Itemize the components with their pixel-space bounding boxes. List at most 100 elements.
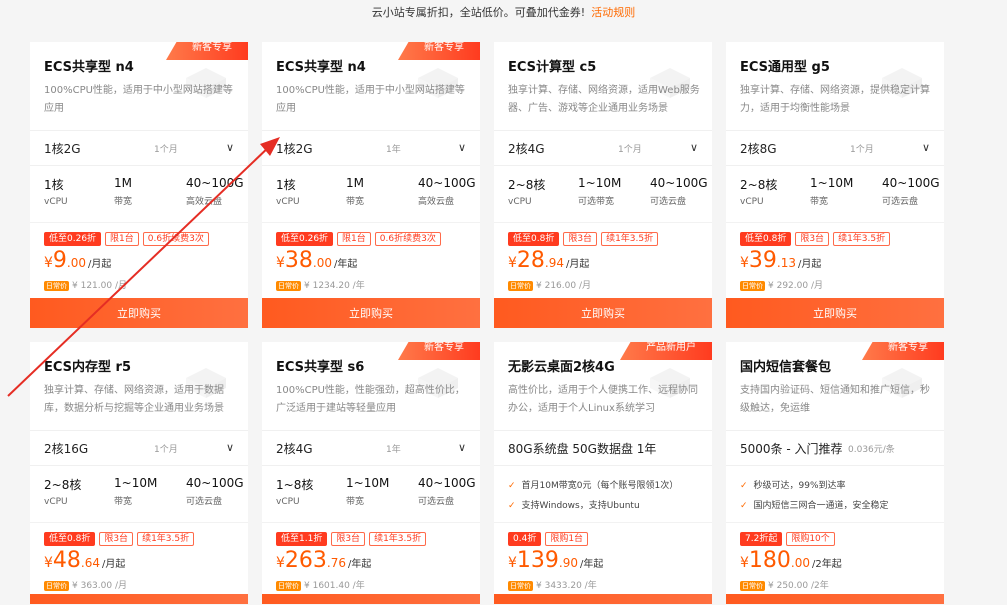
spec-value: 1M [114, 176, 132, 190]
price: ¥39.13/月起 [740, 248, 821, 273]
price-integer: 263 [284, 548, 327, 573]
spec-label: 可选云盘 [418, 497, 455, 507]
chevron-down-icon[interactable]: ∨ [226, 141, 234, 154]
duration-label: 1个月 [154, 145, 178, 155]
tag-list: 7.2折起 限购10个 [740, 532, 839, 546]
spec-label: 带宽 [114, 197, 133, 207]
spec-disk: 40~100G 高效云盘 [186, 176, 244, 207]
product-description: 支持国内验证码、短信通知和推广短信，秒级触达，免运维 [740, 385, 930, 414]
discount-tag: 低至0.8折 [740, 232, 792, 246]
spec-value: 1核 [276, 178, 296, 192]
feature-text: 首月10M带宽0元（每个账号限领1次） [521, 481, 679, 491]
buy-now-button[interactable] [494, 594, 712, 604]
price-integer: 38 [284, 248, 313, 273]
buy-now-button[interactable] [30, 594, 248, 604]
price-decimal: .13 [776, 256, 797, 270]
chevron-down-icon[interactable]: ∨ [226, 441, 234, 454]
spec-label: vCPU [276, 497, 300, 507]
price: ¥139.90/年起 [508, 548, 603, 573]
tag-list: 低至0.26折 限1台 0.6折续费3次 [276, 232, 445, 246]
currency-symbol: ¥ [508, 555, 517, 571]
renewal-tag: 续1年3.5折 [137, 532, 195, 546]
config-select[interactable]: 2核16G 1个月 ∨ [30, 430, 248, 466]
config-select[interactable]: 2核4G 1年 ∨ [262, 430, 480, 466]
spec-value: 40~100G [186, 476, 244, 490]
spec-list: 1核 vCPU 1M 带宽 40~100G 高效云盘 [44, 176, 244, 210]
currency-symbol: ¥ [740, 255, 749, 271]
price-integer: 39 [748, 248, 777, 273]
original-price: 日常价 ¥ 250.00 /2年 [740, 578, 829, 591]
limit-tag: 限3台 [99, 532, 134, 546]
renewal-tag: 0.6折续费3次 [374, 232, 441, 246]
product-description: 独享计算、存储、网络资源，提供稳定计算力，适用于均衡性能场景 [740, 85, 930, 114]
spec-bandwidth: 1~10M 带宽 [114, 476, 157, 507]
spec-value: 40~100G [882, 176, 940, 190]
spec-label: 带宽 [810, 197, 829, 207]
price-integer: 180 [748, 548, 791, 573]
limit-tag: 限3台 [795, 232, 830, 246]
product-card: ECS计算型 c5 独享计算、存储、网络资源，适用Web服务器、广告、游戏等企业… [494, 42, 712, 328]
spec-disk: 40~100G 可选云盘 [186, 476, 244, 507]
feature-item: ✓ 秒级可达，99%到达率 [740, 478, 846, 491]
spec-label: 可选云盘 [186, 497, 223, 507]
price-unit: /年起 [334, 259, 358, 270]
original-price-value: ¥ 250.00 /2年 [768, 581, 829, 591]
buy-now-button[interactable]: 立即购买 [30, 298, 248, 328]
spec-bandwidth: 1M 带宽 [114, 176, 132, 207]
config-select[interactable]: 1核2G 1个月 ∨ [30, 130, 248, 166]
spec-label: vCPU [740, 197, 764, 207]
chevron-down-icon[interactable]: ∨ [458, 141, 466, 154]
config-value: 1核2G [44, 142, 81, 156]
spec-list: 2~8核 vCPU 1~10M 带宽 40~100G 可选云盘 [44, 476, 244, 510]
duration-label: 1个月 [618, 145, 642, 155]
divider [262, 522, 480, 523]
buy-now-button[interactable]: 立即购买 [726, 298, 944, 328]
config-select[interactable]: 1核2G 1年 ∨ [262, 130, 480, 166]
buy-now-button[interactable] [726, 594, 944, 604]
price-decimal: .76 [326, 556, 347, 570]
spec-vcpu: 1核 vCPU [276, 176, 300, 207]
chevron-down-icon[interactable]: ∨ [458, 441, 466, 454]
spec-bandwidth: 1~10M 带宽 [810, 176, 853, 207]
config-value: 2核4G [276, 442, 313, 456]
unit-price-label: 0.036元/条 [848, 445, 895, 455]
spec-vcpu: 1核 vCPU [44, 176, 68, 207]
price-decimal: .64 [80, 556, 101, 570]
buy-now-button[interactable]: 立即购买 [262, 298, 480, 328]
config-value: 2核8G [740, 142, 777, 156]
divider [30, 522, 248, 523]
config-value: 2核4G [508, 142, 545, 156]
activity-rules-link[interactable]: 活动规则 [591, 6, 635, 19]
config-select[interactable]: 2核4G 1个月 ∨ [494, 130, 712, 166]
buy-now-button[interactable]: 立即购买 [494, 298, 712, 328]
buy-now-button[interactable] [262, 594, 480, 604]
price-decimal: .00 [66, 256, 87, 270]
price-integer: 139 [516, 548, 559, 573]
spec-vcpu: 2~8核 vCPU [508, 176, 545, 207]
price: ¥38.00/年起 [276, 248, 357, 273]
spec-value: 2~8核 [44, 478, 82, 492]
original-price: 日常价 ¥ 121.00 /月 [44, 278, 127, 291]
original-price-tag: 日常价 [740, 281, 765, 291]
config-select[interactable]: 2核8G 1个月 ∨ [726, 130, 944, 166]
product-title: 国内短信套餐包 [740, 360, 832, 375]
original-price-tag: 日常价 [276, 581, 301, 591]
spec-label: vCPU [276, 197, 300, 207]
chevron-down-icon[interactable]: ∨ [922, 141, 930, 154]
feature-item: ✓ 首月10M带宽0元（每个账号限领1次） [508, 478, 678, 491]
price-unit: /月起 [798, 259, 822, 270]
spec-label: 可选带宽 [578, 197, 615, 207]
original-price: 日常价 ¥ 216.00 /月 [508, 278, 591, 291]
spec-value: 1~10M [114, 476, 158, 490]
original-price: 日常价 ¥ 363.00 /月 [44, 578, 127, 591]
product-title: ECS共享型 n4 [276, 60, 366, 75]
price-unit: /年起 [348, 559, 372, 570]
spec-vcpu: 2~8核 vCPU [44, 476, 81, 507]
chevron-down-icon[interactable]: ∨ [690, 141, 698, 154]
spec-list: 1核 vCPU 1M 带宽 40~100G 高效云盘 [276, 176, 476, 210]
product-grid: 新客专享 ECS共享型 n4 100%CPU性能，适用于中小型网站搭建等应用 1… [30, 42, 950, 604]
product-description: 独享计算、存储、网络资源，适用于数据库，数据分析与挖掘等企业通用业务场景 [44, 385, 224, 414]
spec-vcpu: 1~8核 vCPU [276, 476, 313, 507]
currency-symbol: ¥ [276, 555, 285, 571]
tag-list: 低至1.1折 限3台 续1年3.5折 [276, 532, 430, 546]
